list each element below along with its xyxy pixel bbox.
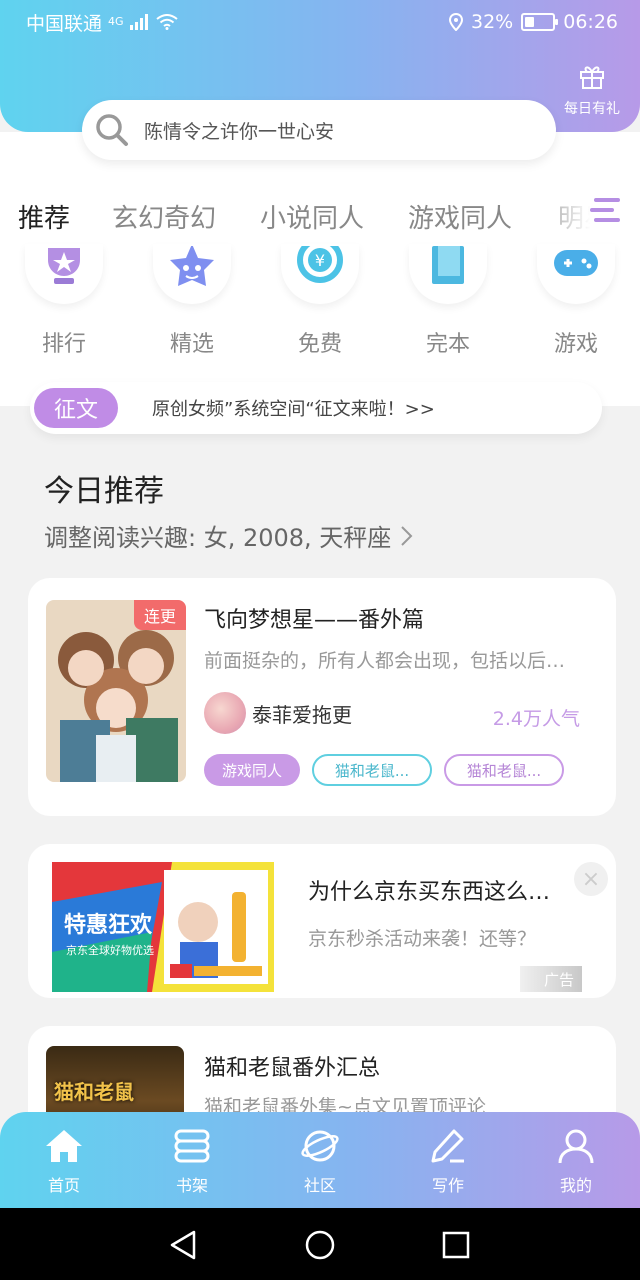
- tab-game-fanfic[interactable]: 游戏同人: [408, 198, 512, 235]
- notice-badge: 征文: [34, 388, 119, 428]
- free-icon-bg: ¥: [281, 244, 359, 304]
- nav-home[interactable]: 首页: [0, 1112, 128, 1208]
- category-label: 精选: [169, 332, 214, 357]
- cover-title: 猫和老鼠: [54, 1080, 134, 1104]
- tag-chips: 游戏同人 猫和老鼠... 猫和老鼠...: [204, 754, 564, 786]
- ad-image-title: 特惠狂欢: [64, 912, 153, 938]
- ad-image: 特惠狂欢 京东全球好物优选: [52, 862, 274, 992]
- nav-label: 写作: [431, 1176, 464, 1195]
- bottom-navigation: 首页 书架 社区 写作 我的: [0, 1112, 640, 1208]
- carrier-info: 中国联通 4G: [26, 9, 178, 36]
- user-icon: [558, 1129, 594, 1164]
- book-icon: [432, 246, 464, 284]
- notice-banner[interactable]: 征文 原创女频”系统空间“征文来啦！>>: [30, 382, 602, 434]
- tab-fantasy[interactable]: 玄幻奇幻: [112, 198, 216, 235]
- category-completed[interactable]: 完本: [398, 244, 498, 358]
- notice-text: 原创女频”系统空间“征文来啦！>>: [152, 399, 435, 420]
- nav-community[interactable]: 社区: [256, 1112, 384, 1208]
- section-title: 今日推荐: [44, 474, 164, 509]
- category-label: 完本: [425, 332, 470, 357]
- signal-icon: [129, 14, 148, 30]
- gift-label: 每日有礼: [564, 101, 620, 117]
- recents-icon[interactable]: [442, 1230, 470, 1260]
- book-title: 飞向梦想星——番外篇: [204, 608, 425, 633]
- ad-description: 京东秒杀活动来袭！还等？: [308, 928, 537, 950]
- nav-label: 我的: [559, 1176, 592, 1195]
- nav-bookshelf[interactable]: 书架: [128, 1112, 256, 1208]
- category-free[interactable]: ¥ 免费: [270, 244, 370, 358]
- author-name: 泰菲爱拖更: [252, 702, 352, 727]
- category-tabs: 推荐 玄幻奇幻 小说同人 游戏同人 明星: [0, 186, 640, 242]
- tag-chip[interactable]: 游戏同人: [204, 754, 300, 786]
- tab-novel-fanfic[interactable]: 小说同人: [260, 198, 364, 235]
- wifi-icon: [155, 14, 178, 30]
- section-subtitle: 调整阅读兴趣: 女, 2008, 天秤座: [44, 524, 392, 552]
- book-title: 猫和老鼠番外汇总: [204, 1056, 381, 1081]
- yen-coin-icon: ¥: [297, 246, 343, 283]
- network-type: 4G: [108, 14, 124, 28]
- home-circle-icon[interactable]: [304, 1230, 336, 1260]
- location-icon: [449, 13, 463, 31]
- battery-icon: [521, 13, 559, 31]
- nav-profile[interactable]: 我的: [512, 1112, 640, 1208]
- carrier-name: 中国联通: [26, 12, 103, 35]
- reading-interest-link[interactable]: 调整阅读兴趣: 女, 2008, 天秤座: [44, 518, 413, 553]
- ad-title: 为什么京东买东西这么…: [308, 880, 551, 905]
- nav-label: 首页: [47, 1176, 80, 1195]
- avatar: [204, 692, 246, 734]
- ad-close-button[interactable]: ×: [574, 862, 608, 896]
- tab-recommend[interactable]: 推荐: [18, 198, 70, 235]
- system-navigation-bar: [0, 1208, 640, 1280]
- book-card[interactable]: 连更 飞向梦想星——番外篇 前面挺杂的，所有人都会出现，包括以后… 泰菲爱拖更 …: [28, 578, 616, 816]
- book-description: 前面挺杂的，所有人都会出现，包括以后…: [204, 650, 566, 672]
- gamepad-icon: [554, 250, 598, 276]
- tag-chip[interactable]: 猫和老鼠...: [444, 754, 564, 786]
- category-games[interactable]: 游戏: [526, 244, 626, 358]
- pen-icon: [431, 1129, 464, 1163]
- completed-icon-bg: [409, 244, 487, 304]
- ranking-icon-bg: [25, 244, 103, 304]
- category-label: 排行: [41, 332, 86, 357]
- tabs-fade: [530, 186, 640, 242]
- category-ranking[interactable]: 排行: [14, 244, 114, 358]
- battery-fill: [525, 17, 534, 27]
- daily-gift-button[interactable]: 每日有礼: [560, 62, 624, 118]
- quick-categories: 排行 精选 ¥ 免费 完本 游戏: [0, 244, 640, 364]
- battery-percent: 32%: [471, 11, 514, 33]
- nav-write[interactable]: 写作: [384, 1112, 512, 1208]
- search-icon: [96, 114, 128, 146]
- games-icon-bg: [537, 244, 615, 304]
- trophy-icon: [48, 248, 80, 284]
- nav-label: 社区: [303, 1176, 336, 1195]
- serial-tag: 连更: [133, 600, 186, 630]
- featured-icon-bg: [153, 244, 231, 304]
- author-info[interactable]: 泰菲爱拖更: [204, 692, 352, 734]
- tabs-menu-icon[interactable]: [590, 194, 622, 228]
- clock: 06:26: [563, 11, 618, 33]
- home-icon: [46, 1130, 82, 1162]
- ad-image-subtitle: 京东全球好物优选: [66, 943, 154, 957]
- ad-banner-graphic: 特惠狂欢 京东全球好物优选: [52, 862, 274, 992]
- bookshelf-icon: [174, 1129, 210, 1163]
- status-bar: 中国联通 4G 32% 06:26: [0, 0, 640, 44]
- back-icon[interactable]: [168, 1230, 198, 1260]
- ad-label: 广告: [519, 966, 582, 992]
- ad-card[interactable]: 特惠狂欢 京东全球好物优选 为什么京东买东西这么… 京东秒杀活动来袭！还等？ ×…: [28, 844, 616, 998]
- category-label: 游戏: [553, 332, 598, 357]
- svg-text:¥: ¥: [315, 251, 325, 270]
- star-face-icon: [170, 246, 214, 286]
- category-featured[interactable]: 精选: [142, 244, 242, 358]
- book-cover: 连更: [46, 600, 186, 782]
- chevron-right-icon: [401, 525, 413, 546]
- tag-chip[interactable]: 猫和老鼠...: [312, 754, 432, 786]
- planet-icon: [301, 1130, 339, 1162]
- search-bar[interactable]: 陈情令之许你一世心安: [82, 100, 556, 160]
- popularity: 2.4万人气: [492, 708, 580, 730]
- nav-label: 书架: [175, 1176, 208, 1195]
- search-placeholder: 陈情令之许你一世心安: [144, 120, 335, 143]
- gift-icon: [580, 66, 604, 89]
- category-label: 免费: [297, 332, 342, 357]
